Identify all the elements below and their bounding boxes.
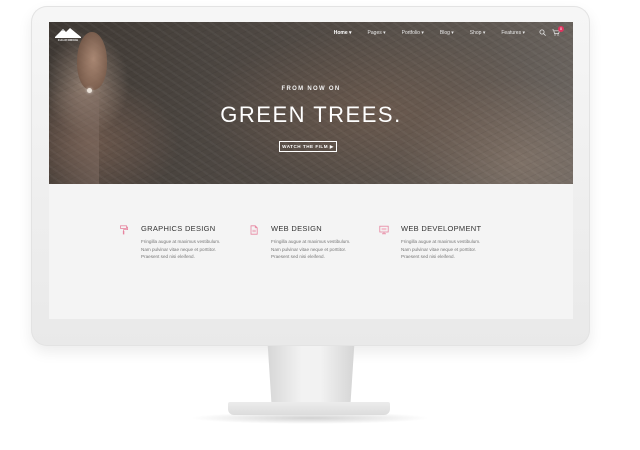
hero-title: GREEN TREES. — [220, 102, 402, 127]
feature-description: Fringilla augue at maximus vestibulum. N… — [401, 238, 511, 261]
feature-text-line: Praesent sed nisi eleifend. — [401, 254, 455, 259]
feature-title: WEB DEVELOPMENT — [401, 224, 482, 233]
nav-home[interactable]: Home ▾ — [326, 30, 360, 36]
watch-film-button[interactable]: WATCH THE FILM ▶ — [279, 141, 337, 152]
nav-portfolio[interactable]: Portfolio ▾ — [394, 30, 432, 36]
monitor-stand-neck — [267, 346, 355, 404]
hero-subtitle: FROM NOW ON — [281, 86, 341, 92]
document-icon — [250, 225, 258, 235]
mountain-logo-icon — [55, 28, 81, 38]
monitor-icon — [379, 225, 389, 235]
feature-text-line: Fringilla augue at maximus vestibulum. — [271, 239, 351, 244]
hero-section: CALIFORNIA Home ▾ Pages ▾ Portfolio ▾ Bl… — [49, 22, 573, 184]
feature-text-line: Nam pulvinar vitae neque et porttitor. — [401, 246, 477, 252]
top-nav: CALIFORNIA Home ▾ Pages ▾ Portfolio ▾ Bl… — [49, 22, 573, 46]
feature-title: GRAPHICS DESIGN — [141, 224, 216, 233]
features-section: GRAPHICS DESIGN Fringilla augue at maxim… — [49, 184, 573, 319]
nav-shop[interactable]: Shop ▾ — [462, 30, 494, 36]
cart-count-badge: 0 — [558, 26, 564, 32]
feature-text-line: Fringilla augue at maximus vestibulum. — [401, 239, 481, 244]
feature-text-line: Nam pulvinar vitae neque et porttitor. — [271, 246, 347, 252]
feature-text-line: Nam pulvinar vitae neque et porttitor. — [141, 246, 217, 252]
feature-description: Fringilla augue at maximus vestibulum. N… — [271, 238, 381, 261]
screen: CALIFORNIA Home ▾ Pages ▾ Portfolio ▾ Bl… — [49, 22, 573, 319]
main-menu: Home ▾ Pages ▾ Portfolio ▾ Blog ▾ Shop ▾… — [326, 30, 533, 36]
feature-title: WEB DESIGN — [271, 224, 322, 233]
feature-text-line: Praesent sed nisi eleifend. — [271, 254, 325, 259]
feature-description: Fringilla augue at maximus vestibulum. N… — [141, 238, 251, 261]
nav-pages[interactable]: Pages ▾ — [360, 30, 394, 36]
feature-text-line: Praesent sed nisi eleifend. — [141, 254, 195, 259]
nav-blog[interactable]: Blog ▾ — [432, 30, 462, 36]
paint-roller-icon — [120, 225, 128, 235]
logo-text: CALIFORNIA — [57, 38, 79, 42]
search-icon[interactable] — [539, 29, 546, 36]
logo[interactable]: CALIFORNIA — [53, 27, 83, 43]
feature-text-line: Fringilla augue at maximus vestibulum. — [141, 239, 221, 244]
nav-features[interactable]: Features ▾ — [493, 30, 533, 36]
monitor-stand-base — [228, 402, 390, 415]
